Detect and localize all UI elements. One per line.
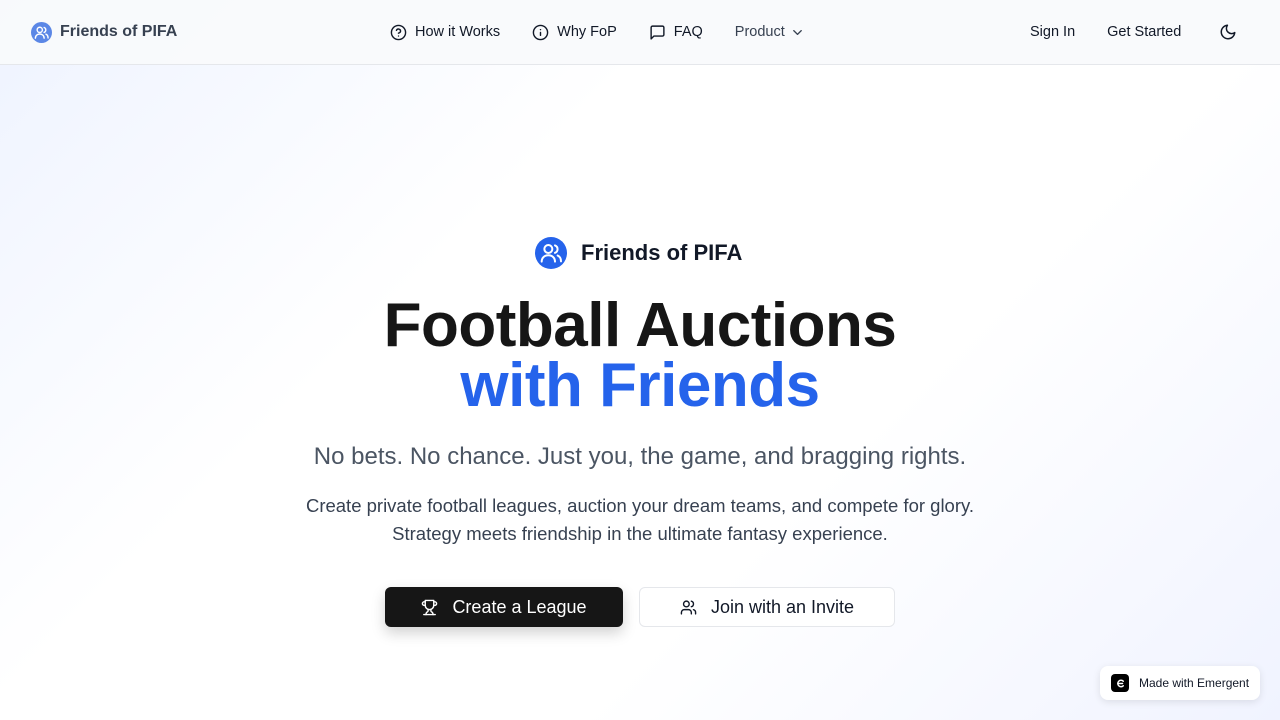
get-started-link[interactable]: Get Started [1107,24,1181,40]
brand-link[interactable]: Friends of PIFA [31,21,177,43]
main-nav: How it Works Why FoP FAQ Product [390,20,805,44]
create-league-button[interactable]: Create a League [385,587,623,627]
nav-product-label: Product [734,24,785,40]
emergent-logo-icon [1111,674,1129,692]
nav-why-fop-label: Why FoP [557,24,617,40]
badge-label: Made with Emergent [1139,676,1250,690]
top-navbar: Friends of PIFA How it Works Why FoP FAQ… [0,0,1280,65]
nav-product-dropdown[interactable]: Product [735,24,805,40]
message-square-icon [649,24,666,41]
hero-brand: Friends of PIFA [535,236,742,270]
create-league-label: Create a League [452,596,587,617]
hero-tagline: No bets. No chance. Just you, the game, … [313,443,967,470]
join-invite-button[interactable]: Join with an Invite [639,587,895,627]
help-circle-icon [390,24,407,41]
brand-name: Friends of PIFA [60,23,178,40]
nav-auth: Sign In Get Started [1030,20,1181,44]
hero-brand-name: Friends of PIFA [581,240,743,265]
join-invite-label: Join with an Invite [710,596,855,617]
nav-how-it-works-label: How it Works [415,24,501,40]
sign-in-link[interactable]: Sign In [1030,24,1075,40]
moon-icon[interactable] [1219,23,1237,41]
nav-faq-label: FAQ [673,24,703,40]
headline-line-1: Football Auctions [383,291,897,360]
users-icon [680,599,697,616]
nav-why-fop[interactable]: Why FoP [532,24,617,41]
headline-line-2: with Friends [460,351,820,420]
users-logo-icon [31,21,52,43]
chevron-down-icon [790,25,805,40]
nav-faq[interactable]: FAQ [649,24,703,41]
hero-headline: Football Auctions with Friends [0,291,1280,420]
trophy-icon [421,599,438,616]
hero-description: Create private football leagues, auction… [305,495,975,544]
info-circle-icon [532,24,549,41]
users-logo-icon [535,237,567,269]
nav-how-it-works[interactable]: How it Works [390,24,500,41]
made-with-emergent-badge[interactable]: Made with Emergent [1100,666,1260,700]
